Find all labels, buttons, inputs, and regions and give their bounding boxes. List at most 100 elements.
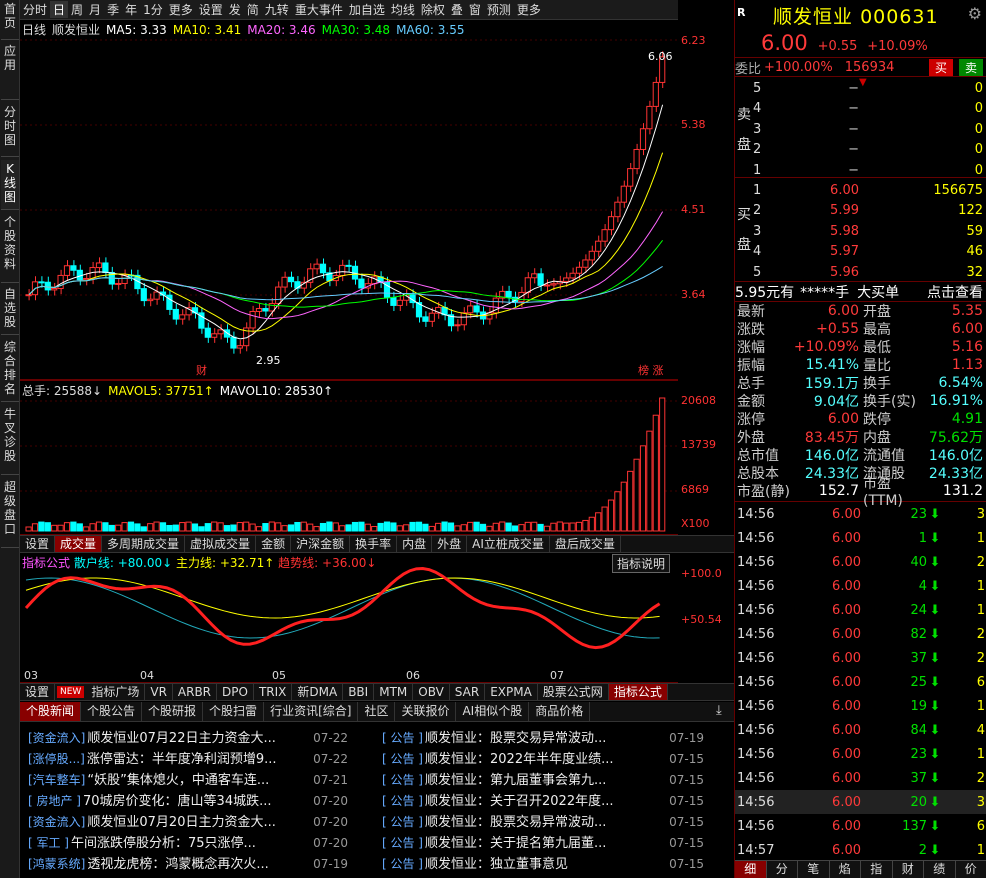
toolbar-item-18[interactable]: 预测 bbox=[484, 1, 514, 18]
tab-14[interactable]: 指标公式 bbox=[608, 684, 668, 700]
toolbar-item-9[interactable]: 发 bbox=[226, 1, 244, 18]
sidebar-tab-3[interactable]: K线图 bbox=[1, 160, 19, 210]
tab-8[interactable]: 外盘 bbox=[432, 536, 468, 552]
bottom-tab-7[interactable]: 价 bbox=[956, 861, 986, 878]
toolbar-item-6[interactable]: 1分 bbox=[140, 1, 166, 18]
tab-0[interactable]: 设置 bbox=[20, 684, 56, 700]
sell-button[interactable]: 卖 bbox=[958, 58, 983, 76]
toolbar-item-13[interactable]: 加自选 bbox=[346, 1, 388, 18]
news-item[interactable]: [ 公告 ] 顺发恒业：股票交易异常波动... 07-15 bbox=[382, 812, 708, 833]
tab-13[interactable]: 股票公式网 bbox=[538, 684, 609, 700]
buy-button[interactable]: 买 bbox=[928, 58, 953, 76]
sidebar-tab-8[interactable]: 超级盘口 bbox=[1, 478, 19, 548]
gear-icon[interactable]: ⚙ bbox=[968, 4, 982, 23]
news-tab-7[interactable]: AI相似个股 bbox=[456, 702, 530, 721]
ask-level[interactable]: 3−0 bbox=[753, 119, 986, 140]
toolbar-item-19[interactable]: 更多 bbox=[514, 1, 544, 18]
toolbar-item-1[interactable]: 日 bbox=[50, 1, 69, 18]
toolbar-item-10[interactable]: 简 bbox=[244, 1, 262, 18]
toolbar-item-14[interactable]: 均线 bbox=[388, 1, 418, 18]
news-tab-6[interactable]: 关联报价 bbox=[395, 702, 457, 721]
news-tab-3[interactable]: 个股扫雷 bbox=[203, 702, 265, 721]
tab-6[interactable]: TRIX bbox=[254, 684, 293, 700]
sidebar-tab-1[interactable]: 应用 bbox=[1, 42, 19, 100]
sidebar-tab-2[interactable]: 分时图 bbox=[1, 103, 19, 157]
toolbar-item-3[interactable]: 月 bbox=[86, 1, 104, 18]
bid-level[interactable]: 3 5.98 59 bbox=[753, 221, 986, 242]
tab-3[interactable]: VR bbox=[145, 684, 173, 700]
news-tab-1[interactable]: 个股公告 bbox=[81, 702, 143, 721]
ask-level[interactable]: 2−0 bbox=[753, 140, 986, 161]
toolbar-item-15[interactable]: 除权 bbox=[418, 1, 448, 18]
news-item[interactable]: [ 公告 ] 顺发恒业：关于提名第九届董... 07-15 bbox=[382, 833, 708, 854]
tab-5[interactable]: 沪深金额 bbox=[291, 536, 351, 552]
toolbar-item-17[interactable]: 窗 bbox=[466, 1, 484, 18]
tab-1[interactable]: 成交量 bbox=[55, 536, 103, 552]
news-item[interactable]: [ 公告 ] 顺发恒业：第九届董事会第九... 07-15 bbox=[382, 770, 708, 791]
bottom-tab-6[interactable]: 绩 bbox=[924, 861, 956, 878]
volume-panel[interactable]: 总手: 25588↓ MAVOL5: 37751↑ MAVOL10: 28530↑ bbox=[20, 380, 678, 535]
tab-12[interactable]: EXPMA bbox=[485, 684, 538, 700]
tab-8[interactable]: BBI bbox=[343, 684, 375, 700]
tab-9[interactable]: MTM bbox=[374, 684, 414, 700]
news-item[interactable]: [ 公告 ] 顺发恒业：关于召开2022年度... 07-15 bbox=[382, 791, 708, 812]
tab-6[interactable]: 换手率 bbox=[350, 536, 398, 552]
news-item[interactable]: [ 公告 ] 顺发恒业：独立董事意见 07-15 bbox=[382, 854, 708, 875]
big-order-row[interactable]: 5.95元有 *****手 大买单 点击查看 bbox=[735, 282, 986, 302]
news-item[interactable]: [汽车整车] “妖股”集体熄火，中通客车连... 07-21 bbox=[28, 770, 352, 791]
bottom-tab-3[interactable]: 焰 bbox=[830, 861, 861, 878]
bottom-tab-0[interactable]: 细 bbox=[735, 861, 767, 878]
news-item[interactable]: [涨停股...] 涨停雷达：半年度净利润预增9... 07-22 bbox=[28, 749, 352, 770]
tab-0[interactable]: 设置 bbox=[20, 536, 56, 552]
tab-10[interactable]: 盘后成交量 bbox=[550, 536, 621, 552]
download-icon[interactable]: ⤓ bbox=[716, 703, 722, 718]
sidebar-tab-6[interactable]: 综合排名 bbox=[1, 338, 19, 402]
news-item[interactable]: [ 公告 ] 顺发恒业：股票交易异常波动... 07-19 bbox=[382, 728, 708, 749]
toolbar-item-2[interactable]: 周 bbox=[68, 1, 86, 18]
kline-panel[interactable]: 日线 顺发恒业 MA5: 3.33 MA10: 3.41 MA20: 3.46 MA30:… bbox=[20, 20, 678, 380]
bid-level[interactable]: 4 5.97 46 bbox=[753, 242, 986, 263]
bottom-tab-1[interactable]: 分 bbox=[767, 861, 798, 878]
tab-1[interactable]: NEW bbox=[57, 686, 85, 698]
news-tab-0[interactable]: 个股新闻 bbox=[20, 702, 82, 721]
news-tab-8[interactable]: 商品价格 bbox=[529, 702, 591, 721]
tab-4[interactable]: 金额 bbox=[256, 536, 292, 552]
ask-level[interactable]: 5−0 bbox=[753, 78, 986, 99]
toolbar-item-4[interactable]: 季 bbox=[104, 1, 122, 18]
tab-7[interactable]: 内盘 bbox=[397, 536, 433, 552]
news-tab-4[interactable]: 行业资讯[综合] bbox=[264, 702, 359, 721]
ask-level[interactable]: 4−0 bbox=[753, 99, 986, 120]
tab-9[interactable]: AI立桩成交量 bbox=[467, 536, 550, 552]
toolbar-item-7[interactable]: 更多 bbox=[166, 1, 196, 18]
news-tab-5[interactable]: 社区 bbox=[358, 702, 396, 721]
indicator-panel[interactable]: 指标公式 散户线: +80.00↓ 主力线: +32.71↑ 趋势线: +36.… bbox=[20, 553, 678, 683]
toolbar-item-16[interactable]: 叠 bbox=[448, 1, 466, 18]
toolbar-item-11[interactable]: 九转 bbox=[262, 1, 292, 18]
bottom-tab-5[interactable]: 财 bbox=[893, 861, 924, 878]
tab-7[interactable]: 新DMA bbox=[292, 684, 344, 700]
tab-3[interactable]: 虚拟成交量 bbox=[185, 536, 257, 552]
news-item[interactable]: [ 军工 ] 午间涨跌停股分析：75只涨停... 07-20 bbox=[28, 833, 352, 854]
bid-level[interactable]: 1 6.00 156675 bbox=[753, 180, 986, 201]
tab-4[interactable]: ARBR bbox=[173, 684, 218, 700]
bid-level[interactable]: 5 5.96 32 bbox=[753, 262, 986, 283]
toolbar-item-12[interactable]: 重大事件 bbox=[292, 1, 346, 18]
news-item[interactable]: [资金流入] 顺发恒业07月22日主力资金大... 07-22 bbox=[28, 728, 352, 749]
bid-level[interactable]: 2 5.99 122 bbox=[753, 201, 986, 222]
sidebar-tab-0[interactable]: 首页 bbox=[1, 0, 19, 40]
sidebar-tab-5[interactable]: 自选股 bbox=[1, 285, 19, 335]
sidebar-tab-7[interactable]: 牛叉诊股 bbox=[1, 405, 19, 475]
bottom-tab-2[interactable]: 笔 bbox=[798, 861, 830, 878]
news-item[interactable]: [资金流入] 顺发恒业07月20日主力资金大... 07-20 bbox=[28, 812, 352, 833]
toolbar-item-0[interactable]: 分时 bbox=[20, 1, 50, 18]
sidebar-tab-4[interactable]: 个股资料 bbox=[1, 213, 19, 283]
news-item[interactable]: [鸿蒙系统] 透视龙虎榜：鸿蒙概念再次火... 07-19 bbox=[28, 854, 352, 875]
bottom-tab-4[interactable]: 指 bbox=[861, 861, 893, 878]
news-item[interactable]: [ 房地产 ] 70城房价变化：唐山等34城跌... 07-20 bbox=[28, 791, 352, 812]
tab-10[interactable]: OBV bbox=[413, 684, 450, 700]
tab-2[interactable]: 指标广场 bbox=[86, 684, 146, 700]
toolbar-item-8[interactable]: 设置 bbox=[196, 1, 226, 18]
news-tab-2[interactable]: 个股研报 bbox=[142, 702, 204, 721]
news-item[interactable]: [ 公告 ] 顺发恒业：2022年半年度业绩... 07-15 bbox=[382, 749, 708, 770]
tab-11[interactable]: SAR bbox=[450, 684, 486, 700]
